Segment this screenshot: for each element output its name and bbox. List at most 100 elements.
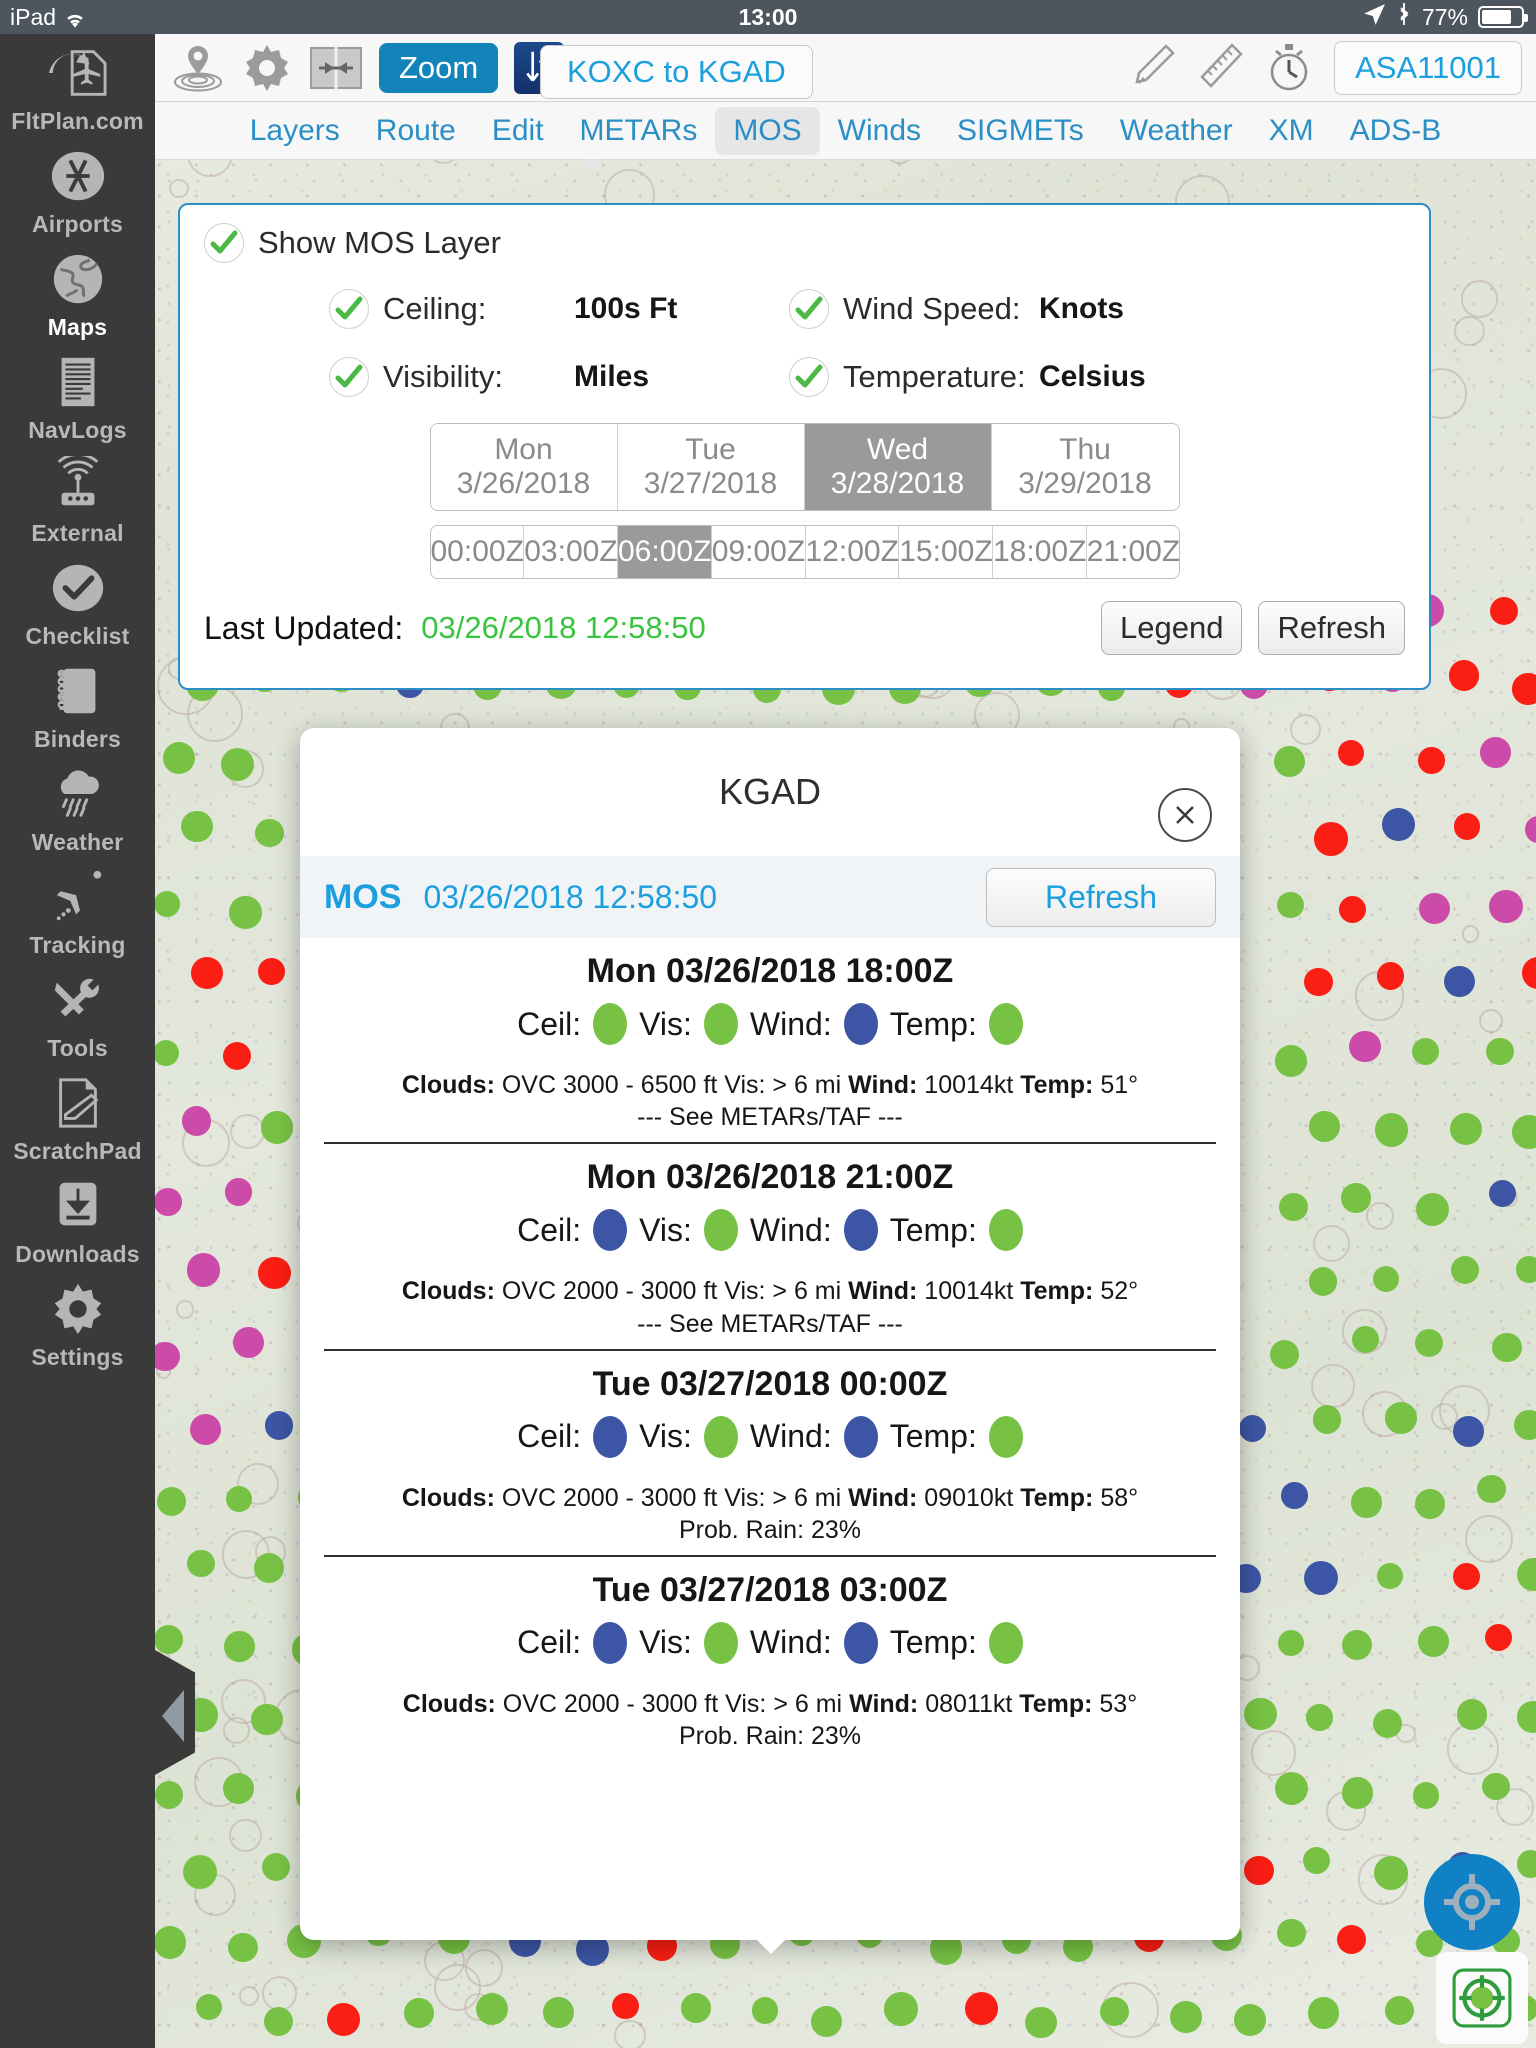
sidebar-flyout-arrow-icon[interactable] bbox=[162, 1690, 184, 1742]
stopwatch-icon[interactable] bbox=[1266, 41, 1312, 95]
sidebar-item-navlogs[interactable]: NavLogs bbox=[0, 343, 155, 446]
forecast-note: --- See METARs/TAF --- bbox=[637, 1309, 903, 1338]
time-option-4[interactable]: 12:00Z bbox=[805, 526, 900, 578]
sidebar-item-fltplan-com[interactable]: FltPlan.com bbox=[0, 34, 155, 137]
rain-cloud-icon bbox=[45, 761, 111, 827]
detail-wind-label: Wind: bbox=[849, 1689, 919, 1718]
bluetooth-icon bbox=[1396, 2, 1412, 32]
detail-vis-value: > 6 mi bbox=[772, 1277, 842, 1306]
clouds-label: Clouds: bbox=[401, 1277, 495, 1306]
detail-wind-label: Wind: bbox=[848, 1483, 918, 1512]
tab-winds[interactable]: Winds bbox=[820, 107, 939, 155]
sidebar-item-label: Tracking bbox=[29, 932, 126, 958]
sidebar-item-airports[interactable]: Airports bbox=[0, 137, 155, 240]
time-option-0[interactable]: 00:00Z bbox=[430, 526, 525, 578]
mos-option-visibility[interactable]: Visibility: bbox=[329, 357, 574, 397]
sidebar-item-label: Checklist bbox=[25, 623, 130, 649]
split-screen-icon[interactable] bbox=[309, 45, 363, 91]
tab-edit[interactable]: Edit bbox=[474, 107, 562, 155]
day-option-0[interactable]: Mon 3/26/2018 bbox=[430, 424, 618, 510]
sidebar-item-downloads[interactable]: Downloads bbox=[0, 1167, 155, 1270]
detail-wind-value: 10014kt bbox=[924, 1071, 1014, 1099]
sidebar-item-checklist[interactable]: Checklist bbox=[0, 549, 155, 652]
clouds-value: OVC 3000 - 6500 ft bbox=[501, 1071, 718, 1099]
mos-option-label: Temperature: bbox=[843, 359, 1026, 394]
sidebar-item-binders[interactable]: Binders bbox=[0, 652, 155, 755]
route-button[interactable]: KOXC to KGAD bbox=[540, 45, 813, 99]
sidebar-item-settings[interactable]: Settings bbox=[0, 1270, 155, 1373]
detail-vis-label: Vis: bbox=[724, 1483, 766, 1512]
wind-label: Wind: bbox=[749, 1211, 832, 1248]
legend-button[interactable]: Legend bbox=[1101, 601, 1243, 655]
checkmark-icon[interactable] bbox=[789, 357, 829, 397]
popup-refresh-button[interactable]: Refresh bbox=[985, 867, 1216, 927]
detail-wind-value: 08011kt bbox=[925, 1689, 1013, 1718]
tab-sigmets[interactable]: SIGMETs bbox=[939, 107, 1102, 155]
time-option-6[interactable]: 18:00Z bbox=[993, 526, 1087, 578]
tab-weather[interactable]: Weather bbox=[1102, 107, 1251, 155]
day-option-2[interactable]: Wed 3/28/2018 bbox=[804, 424, 992, 510]
gear-icon[interactable] bbox=[241, 42, 293, 94]
pencil-icon[interactable] bbox=[1130, 42, 1176, 94]
day-selector[interactable]: Mon 3/26/2018 Tue 3/27/2018 Wed 3/28/2018 T… bbox=[429, 423, 1180, 511]
sidebar-item-tools[interactable]: Tools bbox=[0, 961, 155, 1064]
temp-label: Temp: bbox=[889, 1418, 977, 1454]
sidebar-item-label: ScratchPad bbox=[13, 1138, 142, 1164]
crosshair-center-icon[interactable] bbox=[1436, 1952, 1528, 2044]
globe-icon bbox=[45, 246, 111, 312]
refresh-button[interactable]: Refresh bbox=[1258, 601, 1405, 655]
checkmark-icon[interactable] bbox=[204, 223, 244, 263]
forecast-detail: Clouds: OVC 3000 - 6500 ft Vis: > 6 mi W… bbox=[324, 1067, 1216, 1103]
temp-label: Temp: bbox=[889, 1211, 977, 1248]
sidebar-item-scratchpad[interactable]: ScratchPad bbox=[0, 1064, 155, 1167]
zoom-button[interactable]: Zoom bbox=[379, 42, 499, 93]
sidebar-item-external[interactable]: External bbox=[0, 446, 155, 549]
mos-option-label: Visibility: bbox=[383, 359, 504, 394]
checkmark-icon[interactable] bbox=[329, 357, 369, 397]
clouds-value: OVC 2000 - 3000 ft bbox=[501, 1483, 718, 1512]
close-icon[interactable] bbox=[1158, 788, 1212, 842]
crosshair-locate-icon[interactable] bbox=[1424, 1854, 1520, 1950]
detail-temp-label: Temp: bbox=[1020, 1483, 1094, 1512]
tab-metars[interactable]: METARs bbox=[562, 107, 716, 155]
ceiling-status-bead bbox=[593, 1003, 628, 1045]
checkmark-icon[interactable] bbox=[789, 289, 829, 329]
sidebar-item-weather[interactable]: Weather bbox=[0, 755, 155, 858]
sidebar-item-maps[interactable]: Maps bbox=[0, 240, 155, 343]
time-option-1[interactable]: 03:00Z bbox=[524, 526, 618, 578]
time-option-3[interactable]: 09:00Z bbox=[711, 526, 806, 578]
left-sidebar[interactable]: FltPlan.com Airports Maps NavLogs External Ch… bbox=[0, 34, 155, 2048]
mos-option-label: Wind Speed: bbox=[843, 291, 1021, 326]
tab-bar[interactable]: Layers Route Edit METARs MOS Winds SIGMETs Weat… bbox=[155, 102, 1536, 160]
fltplan-logo-icon bbox=[45, 40, 111, 106]
sidebar-item-tracking[interactable]: Tracking bbox=[0, 858, 155, 961]
mos-option-wind-speed[interactable]: Wind Speed: bbox=[789, 289, 1039, 329]
time-option-5[interactable]: 15:00Z bbox=[899, 526, 993, 578]
tail-number-button[interactable]: ASA11001 bbox=[1334, 40, 1522, 95]
wind-label: Wind: bbox=[749, 1005, 832, 1042]
day-option-3[interactable]: Thu 3/29/2018 bbox=[991, 424, 1179, 510]
day-option-1[interactable]: Tue 3/27/2018 bbox=[617, 424, 805, 510]
clouds-value: OVC 2000 - 3000 ft bbox=[501, 1277, 718, 1306]
mos-option-ceiling[interactable]: Ceiling: bbox=[329, 289, 574, 329]
wind-status-bead bbox=[843, 1415, 878, 1458]
tab-mos[interactable]: MOS bbox=[715, 106, 820, 155]
location-pin-ripple-icon[interactable] bbox=[171, 42, 225, 94]
tab-xm[interactable]: XM bbox=[1251, 107, 1332, 155]
ruler-icon[interactable] bbox=[1198, 42, 1244, 94]
show-mos-layer-checkbox-row[interactable]: Show MOS Layer bbox=[204, 223, 1405, 263]
mos-option-grid: Ceiling: 100s Ft Wind Speed: Knots Visibilit… bbox=[329, 289, 1405, 397]
ceiling-label: Ceil: bbox=[517, 1418, 582, 1454]
time-selector[interactable]: 00:00Z 03:00Z 06:00Z 09:00Z 12:00Z 15:00Z 18:0… bbox=[429, 525, 1180, 579]
detail-vis-value: > 6 mi bbox=[773, 1689, 843, 1718]
battery-icon bbox=[1478, 6, 1528, 28]
mos-option-temperature[interactable]: Temperature: bbox=[789, 357, 1039, 397]
checkmark-icon[interactable] bbox=[329, 289, 369, 329]
time-option-2[interactable]: 06:00Z bbox=[618, 526, 712, 578]
tab-layers[interactable]: Layers bbox=[232, 107, 358, 155]
detail-vis-label: Vis: bbox=[725, 1689, 767, 1718]
time-option-7[interactable]: 21:00Z bbox=[1086, 526, 1179, 578]
tab-route[interactable]: Route bbox=[358, 107, 474, 155]
sidebar-item-label: NavLogs bbox=[28, 417, 127, 443]
tab-ads-b[interactable]: ADS-B bbox=[1332, 107, 1460, 155]
